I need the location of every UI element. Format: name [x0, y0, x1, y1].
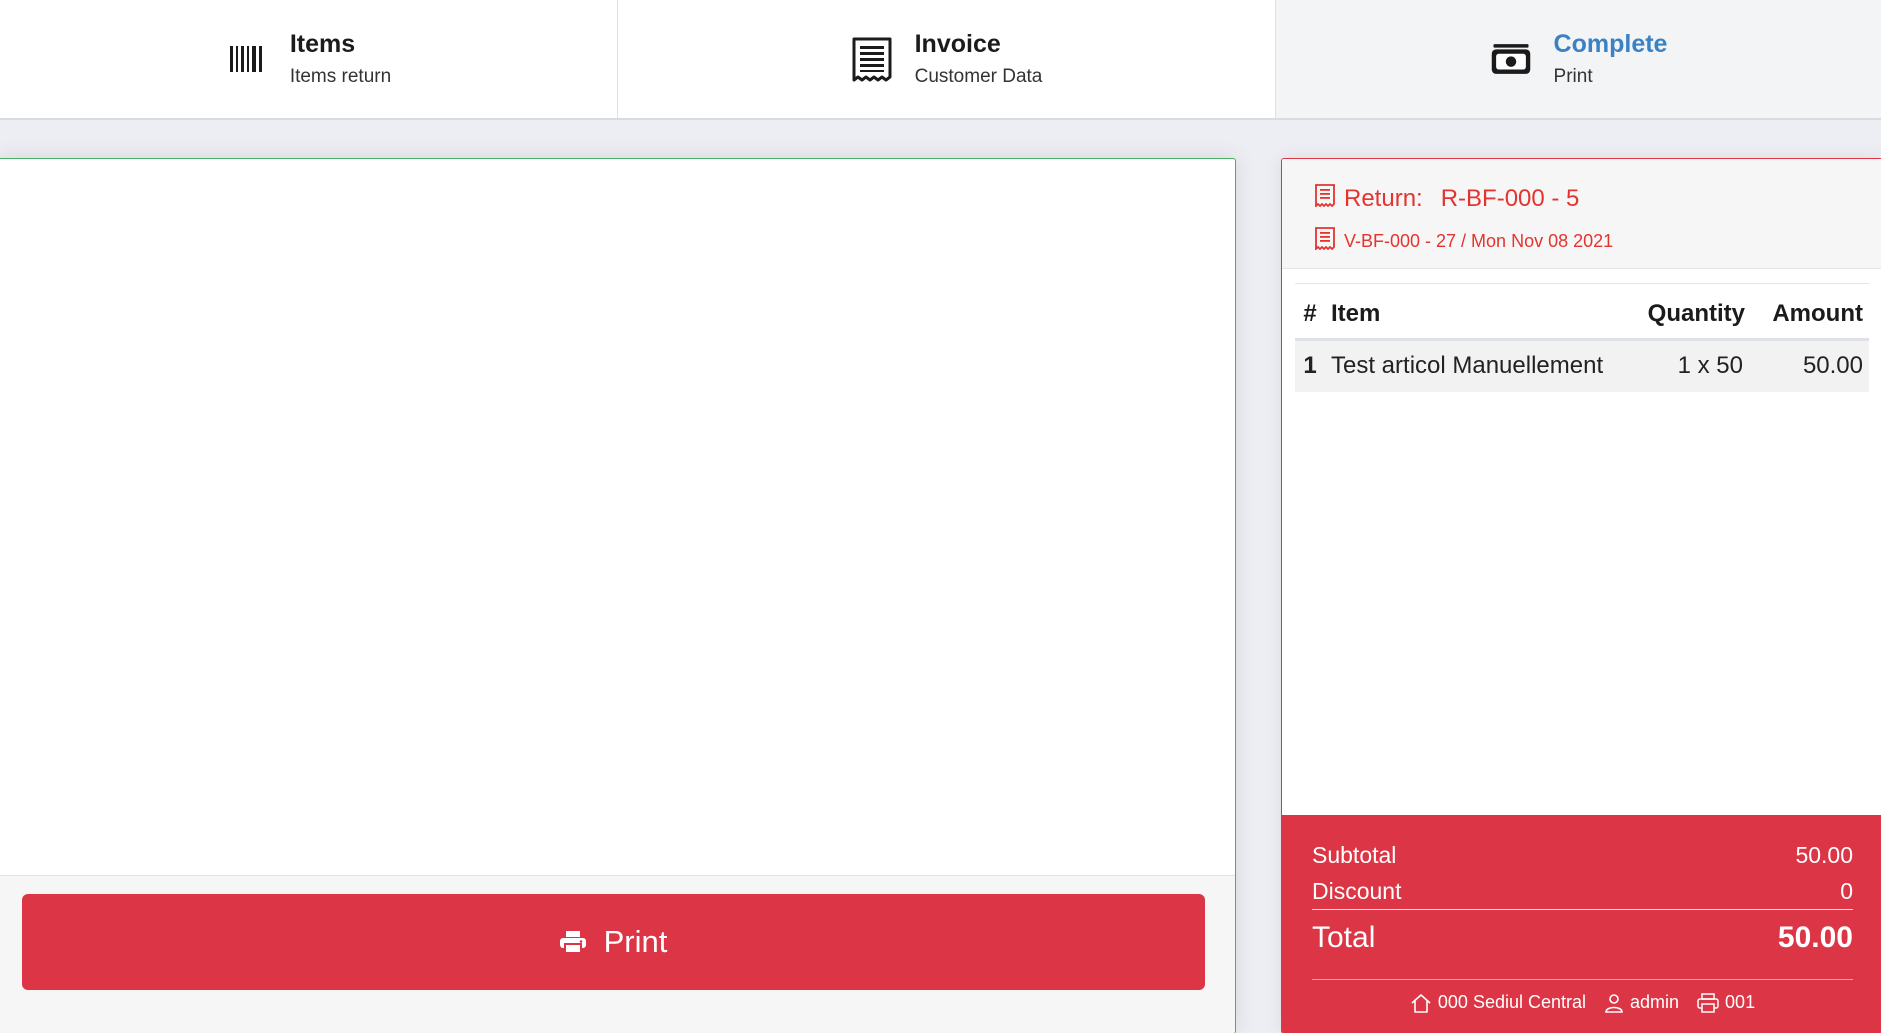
column-header-item: Item — [1325, 283, 1622, 341]
printer-icon — [1697, 992, 1719, 1013]
step-items[interactable]: Items Items return — [0, 0, 617, 118]
column-header-amount: Amount — [1757, 283, 1869, 341]
receipt-icon — [1314, 226, 1336, 255]
receipt-meta: 000 Sediul Central admin 001 — [1312, 979, 1853, 1013]
return-label: Return: — [1344, 184, 1423, 212]
totals-section: Subtotal 50.00 Discount 0 Total 50.00 00… — [1282, 815, 1881, 1033]
step-invoice-subtitle: Customer Data — [914, 66, 1043, 87]
row-amount: 50.00 — [1757, 339, 1869, 392]
subtotal-value: 50.00 — [1795, 842, 1853, 868]
total-value: 50.00 — [1777, 921, 1853, 954]
table-header-row: # Item Quantity Amount — [1295, 283, 1869, 341]
location-name: 000 Sediul Central — [1437, 992, 1587, 1012]
step-complete-title: Complete — [1553, 30, 1668, 58]
print-preview-panel: Print — [0, 158, 1236, 1033]
home-icon — [1410, 993, 1432, 1013]
step-complete[interactable]: Complete Print — [1275, 0, 1881, 118]
step-items-subtitle: Items return — [289, 66, 392, 87]
total-row: Total 50.00 — [1312, 912, 1853, 964]
discount-label: Discount — [1312, 878, 1402, 904]
printer-icon — [559, 931, 586, 953]
discount-row: Discount 0 — [1312, 873, 1853, 910]
user-icon — [1604, 993, 1624, 1013]
receipt-icon — [1314, 183, 1336, 214]
register-info: 001 — [1697, 992, 1755, 1013]
print-footer: Print — [0, 875, 1235, 1033]
user-name: admin — [1630, 992, 1680, 1012]
user-info: admin — [1604, 992, 1679, 1013]
register-number: 001 — [1725, 992, 1756, 1012]
invoice-ref-line: V-BF-000 - 27 / Mon Nov 08 2021 — [1314, 226, 1881, 255]
receipt-panel: Return: R-BF-000 - 5 V-BF-000 - 27 / Mon… — [1281, 158, 1881, 1033]
subtotal-label: Subtotal — [1312, 842, 1397, 868]
subtotal-row: Subtotal 50.00 — [1312, 837, 1853, 873]
print-button[interactable]: Print — [22, 894, 1205, 990]
row-item: Test articol Manuellement — [1325, 339, 1622, 392]
step-invoice[interactable]: Invoice Customer Data — [617, 0, 1275, 118]
step-complete-subtitle: Print — [1553, 66, 1593, 87]
column-header-quantity: Quantity — [1622, 283, 1757, 341]
receipt-header: Return: R-BF-000 - 5 V-BF-000 - 27 / Mon… — [1282, 159, 1881, 269]
invoice-reference: V-BF-000 - 27 / Mon Nov 08 2021 — [1344, 230, 1614, 251]
barcode-icon — [226, 38, 268, 80]
return-number: R-BF-000 - 5 — [1440, 184, 1580, 212]
step-items-title: Items — [289, 30, 356, 58]
row-num: 1 — [1295, 339, 1325, 392]
receipt-icon — [851, 37, 893, 82]
total-label: Total — [1312, 921, 1376, 954]
step-invoice-title: Invoice — [914, 30, 1001, 58]
location-info: 000 Sediul Central — [1410, 992, 1586, 1013]
receipt-items-table: # Item Quantity Amount 1 Test articol Ma… — [1295, 283, 1869, 392]
column-header-num: # — [1295, 283, 1325, 341]
row-quantity: 1 x 50 — [1622, 339, 1757, 392]
return-number-line: Return: R-BF-000 - 5 — [1314, 183, 1881, 214]
print-button-label: Print — [603, 924, 668, 959]
table-row: 1 Test articol Manuellement 1 x 50 50.00 — [1295, 339, 1869, 392]
checkout-steps: Items Items return Invoice Customer Data — [0, 0, 1881, 120]
discount-value: 0 — [1840, 878, 1853, 904]
money-icon — [1490, 38, 1532, 80]
